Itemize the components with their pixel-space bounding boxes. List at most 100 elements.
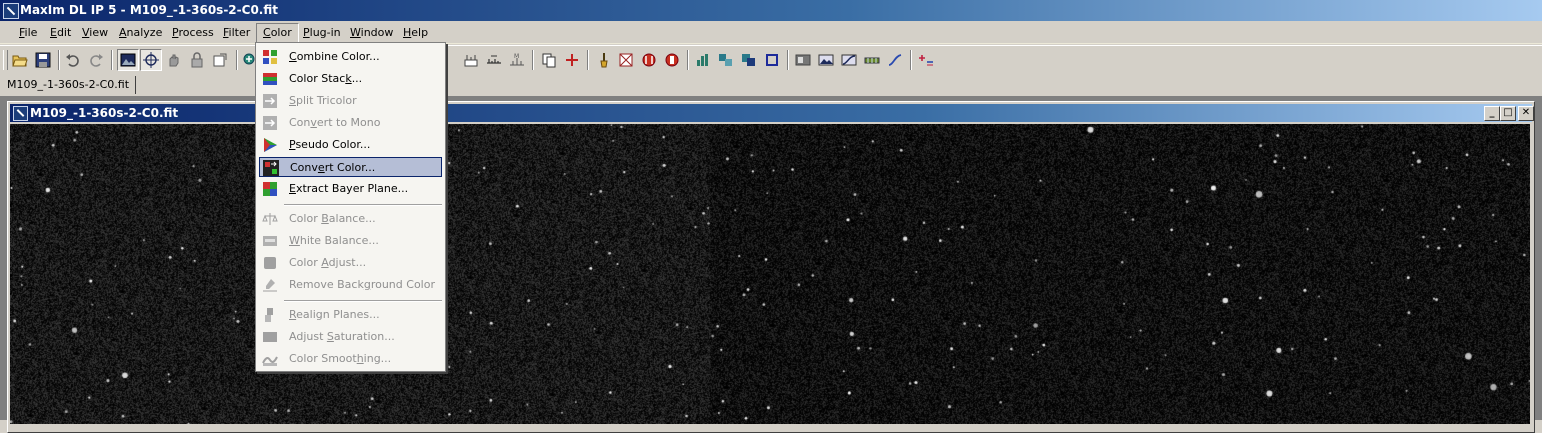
toolbar-separator	[787, 50, 789, 70]
filter-icon[interactable]	[639, 50, 659, 70]
toolbar-separator	[532, 50, 534, 70]
menu-item-color-smoothing: Color Smoothing...	[259, 349, 442, 369]
pseudo-color-icon	[262, 137, 278, 153]
menu-color-label: olor	[270, 26, 292, 39]
toolbar-separator	[910, 50, 912, 70]
toolbar-separator	[587, 50, 589, 70]
ruler-icon[interactable]	[484, 50, 504, 70]
document-tab[interactable]: M109_-1-360s-2-C0.fit	[4, 76, 137, 94]
menu-file-label: ile	[24, 26, 38, 39]
menu-item-extract-bayer-plane[interactable]: Extract Bayer Plane...	[259, 179, 442, 199]
astronomical-image-canvas[interactable]	[10, 124, 1530, 424]
menu-filter[interactable]: Filter	[217, 24, 256, 41]
menu-file[interactable]: File	[13, 24, 43, 41]
stop-icon[interactable]	[662, 50, 682, 70]
menu-item-white-balance: White Balance...	[259, 231, 442, 251]
convert-color-icon	[263, 160, 279, 176]
menu-item-label: Color Balance...	[289, 212, 376, 225]
menu-item-label: Remove Background Color	[289, 278, 435, 291]
color-smoothing-icon	[262, 351, 278, 367]
menu-help[interactable]: Help	[397, 24, 434, 41]
picture-icon[interactable]	[816, 50, 836, 70]
undo-icon[interactable]	[63, 50, 83, 70]
menu-separator	[284, 300, 442, 302]
add-point-icon[interactable]	[562, 50, 582, 70]
menu-view[interactable]: View	[76, 24, 114, 41]
menu-plug-in-accel: P	[303, 26, 310, 39]
math-icon[interactable]	[916, 50, 936, 70]
histogram-icon[interactable]	[693, 50, 713, 70]
image-window-title-bar[interactable]: M109_-1-360s-2-C0.fit _ □ ✕	[10, 104, 1534, 122]
app-title: MaxIm DL IP 5 - M109_-1-360s-2-C0.fit	[20, 3, 278, 17]
maximize-button[interactable]: □	[1500, 106, 1516, 121]
toolbar-separator	[236, 50, 238, 70]
menu-edit[interactable]: Edit	[44, 24, 77, 41]
combine-color-icon	[262, 49, 278, 65]
crosshair-icon[interactable]	[140, 49, 162, 71]
toolbar-separator	[687, 50, 689, 70]
menu-item-label: Extract Bayer Plane...	[289, 182, 409, 195]
measure-icon[interactable]	[461, 50, 481, 70]
save-icon[interactable]	[33, 50, 53, 70]
image-window-title: M109_-1-360s-2-C0.fit	[30, 106, 179, 120]
document-icon[interactable]	[13, 106, 28, 121]
menu-item-adjust-saturation: Adjust Saturation...	[259, 327, 442, 347]
menu-process-label: rocess	[178, 26, 214, 39]
app-title-bar[interactable]: MaxIm DL IP 5 - M109_-1-360s-2-C0.fit	[0, 0, 1542, 21]
lock-icon[interactable]	[187, 50, 207, 70]
menu-item-label: Color Smoothing...	[289, 352, 392, 365]
pan-icon[interactable]	[164, 50, 184, 70]
menu-color[interactable]: Color	[256, 23, 299, 43]
toolbar-grip[interactable]	[3, 50, 8, 70]
color-adjust-icon	[262, 255, 278, 271]
menu-item-label: Combine Color...	[289, 50, 380, 63]
menu-item-remove-background-color: Remove Background Color	[259, 275, 442, 295]
menu-bar: File Edit View Analyze Process Filter Co…	[0, 21, 1542, 44]
color-dropdown-menu: Combine Color... Color Stack... Split Tr…	[255, 42, 446, 372]
brush-icon[interactable]	[593, 50, 613, 70]
redo-icon[interactable]	[86, 50, 106, 70]
menu-item-label: Split Tricolor	[289, 94, 357, 107]
menu-window-accel: W	[350, 26, 361, 39]
range-icon[interactable]	[862, 50, 882, 70]
gradient-icon[interactable]	[793, 50, 813, 70]
menu-help-label: elp	[411, 26, 429, 39]
menu-item-combine-color[interactable]: Combine Color...	[259, 47, 442, 67]
scale-icon[interactable]: M	[507, 50, 527, 70]
menu-analyze[interactable]: Analyze	[113, 24, 168, 41]
menu-item-realign-planes: Realign Planes...	[259, 305, 442, 325]
copy-icon[interactable]	[539, 50, 559, 70]
menu-plug-in[interactable]: Plug-in	[297, 24, 347, 41]
menu-item-pseudo-color[interactable]: Pseudo Color...	[259, 135, 442, 155]
line-profile-icon[interactable]	[885, 50, 905, 70]
minimize-button[interactable]: _	[1484, 106, 1500, 121]
properties-icon[interactable]	[210, 50, 230, 70]
extract-bayer-plane-icon	[262, 181, 278, 197]
curves-icon[interactable]	[839, 50, 859, 70]
toolbar: M	[0, 45, 1542, 75]
calibrate-icon[interactable]	[616, 50, 636, 70]
toolbar-separator	[111, 50, 113, 70]
align-icon[interactable]	[716, 50, 736, 70]
menu-window[interactable]: Window	[344, 24, 399, 41]
close-button[interactable]: ✕	[1518, 106, 1534, 121]
app-icon[interactable]	[3, 3, 19, 19]
menu-item-convert-to-mono: Convert to Mono	[259, 113, 442, 133]
split-tricolor-icon	[262, 93, 278, 109]
menu-item-label: White Balance...	[289, 234, 379, 247]
menu-item-label: Adjust Saturation...	[289, 330, 395, 343]
remove-background-color-icon	[262, 277, 278, 293]
menu-plug-in-label: lug-in	[309, 26, 341, 39]
starfield-image[interactable]	[10, 124, 1530, 424]
menu-item-color-stack[interactable]: Color Stack...	[259, 69, 442, 89]
menu-edit-accel: E	[50, 26, 57, 39]
menu-item-convert-color[interactable]: Convert Color...	[259, 157, 442, 177]
crop-icon[interactable]	[762, 50, 782, 70]
menu-item-split-tricolor: Split Tricolor	[259, 91, 442, 111]
image-window: M109_-1-360s-2-C0.fit _ □ ✕	[7, 101, 1535, 433]
color-stack-icon	[262, 71, 278, 87]
open-icon[interactable]	[10, 50, 30, 70]
stack-icon[interactable]	[739, 50, 759, 70]
image-view-icon[interactable]	[117, 49, 139, 71]
menu-process[interactable]: Process	[166, 24, 220, 41]
